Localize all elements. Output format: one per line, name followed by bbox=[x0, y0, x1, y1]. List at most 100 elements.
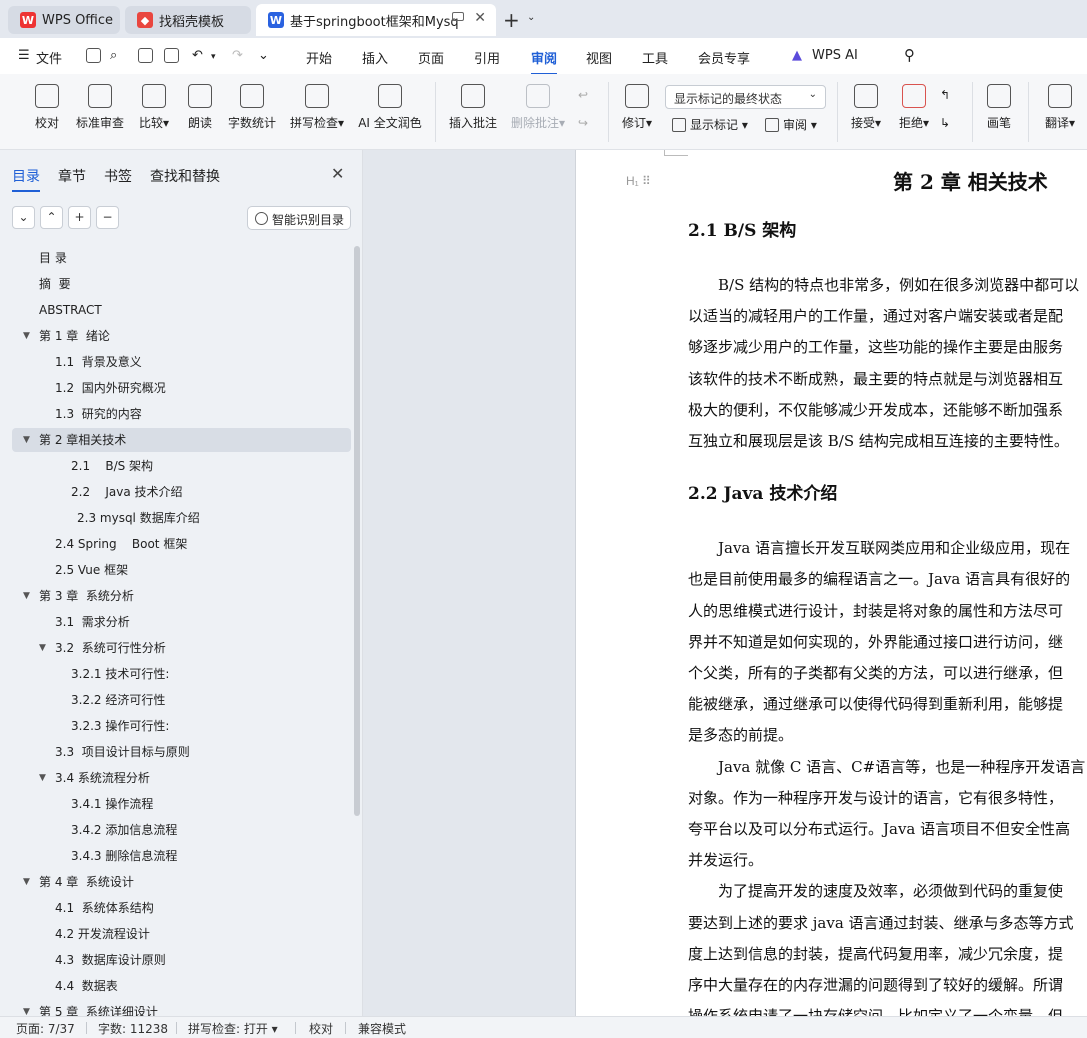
toc-item[interactable]: ▼ 第 1 章 绪论 bbox=[12, 324, 351, 348]
toc-item[interactable]: 3.2.1 技术可行性: bbox=[12, 662, 351, 686]
delete-comment-button[interactable]: 删除批注▾ bbox=[508, 80, 568, 131]
ai-polish-button[interactable]: AI 全文润色 bbox=[356, 80, 424, 131]
toc-item[interactable]: ▼ 第 3 章 系统分析 bbox=[12, 584, 351, 608]
expand-down-button[interactable]: ⌄ bbox=[12, 206, 35, 229]
toc-item[interactable]: 4.2 开发流程设计 bbox=[12, 922, 351, 946]
tab-wps-office[interactable]: W WPS Office bbox=[8, 6, 120, 34]
expand-triangle-icon[interactable]: ▼ bbox=[23, 584, 30, 608]
undo-icon[interactable]: ↶ bbox=[192, 48, 203, 63]
toc-item[interactable]: 2.2 Java 技术介绍 bbox=[12, 480, 351, 504]
toc-item[interactable]: 4.3 数据库设计原则 bbox=[12, 948, 351, 972]
toc-item[interactable]: ▼ 3.2 系统可行性分析 bbox=[12, 636, 351, 660]
toc-item[interactable]: 3.4.2 添加信息流程 bbox=[12, 818, 351, 842]
close-tab-icon[interactable]: ✕ bbox=[474, 10, 486, 26]
read-aloud-button[interactable]: 朗读 bbox=[183, 80, 217, 131]
toc-item[interactable]: 3.3 项目设计目标与原则 bbox=[12, 740, 351, 764]
toc-item[interactable]: ▼ 第 2 章相关技术 bbox=[12, 428, 351, 452]
track-changes-button[interactable]: 修订▾ bbox=[618, 80, 656, 131]
collapse-up-button[interactable]: ⌃ bbox=[40, 206, 63, 229]
search-icon[interactable]: ⚲ bbox=[904, 46, 915, 64]
nav-tab-toc[interactable]: 目录 bbox=[12, 166, 40, 192]
toc-item[interactable]: 3.2.2 经济可行性 bbox=[12, 688, 351, 712]
heading-handle-icon[interactable]: H₁ ⠿ bbox=[626, 174, 651, 188]
insert-comment-button[interactable]: 插入批注 bbox=[446, 80, 500, 131]
toc-item[interactable]: 4.1 系统体系结构 bbox=[12, 896, 351, 920]
expand-triangle-icon[interactable]: ▼ bbox=[23, 1000, 30, 1016]
toc-item[interactable]: 2.5 Vue 框架 bbox=[12, 558, 351, 582]
menu-member[interactable]: 会员专享 bbox=[698, 48, 750, 67]
spell-check-status[interactable]: 拼写检查: 打开 ▾ bbox=[188, 1020, 278, 1037]
toc-scrollbar[interactable] bbox=[354, 246, 360, 816]
spell-check-button[interactable]: 拼写检查▾ bbox=[286, 80, 348, 131]
expand-triangle-icon[interactable]: ▼ bbox=[39, 766, 46, 790]
expand-triangle-icon[interactable]: ▼ bbox=[23, 324, 30, 348]
proofread-status[interactable]: 校对 bbox=[309, 1020, 333, 1037]
toc-item[interactable]: 1.1 背景及意义 bbox=[12, 350, 351, 374]
toc-item[interactable]: 3.2.3 操作可行性: bbox=[12, 714, 351, 738]
prev-change-icon[interactable]: ↰ bbox=[940, 88, 950, 102]
more-chevron-icon[interactable]: ⌄ bbox=[258, 48, 269, 63]
print-icon[interactable] bbox=[138, 48, 153, 63]
chevron-down-icon[interactable]: ⌄ bbox=[527, 12, 535, 23]
expand-triangle-icon[interactable]: ▼ bbox=[23, 870, 30, 894]
toc-item[interactable]: 2.1 B/S 架构 bbox=[12, 454, 351, 478]
remove-heading-button[interactable]: − bbox=[96, 206, 119, 229]
toc-item[interactable]: ▼ 第 4 章 系统设计 bbox=[12, 870, 351, 894]
new-tab-icon[interactable]: + bbox=[503, 8, 520, 32]
format-painter-icon[interactable]: ⌕ bbox=[110, 48, 117, 63]
menu-home[interactable]: 开始 bbox=[306, 48, 332, 67]
toc-item[interactable]: 摘 要 bbox=[12, 272, 351, 296]
toc-item[interactable]: 4.4 数据表 bbox=[12, 974, 351, 998]
nav-tab-sections[interactable]: 章节 bbox=[58, 166, 86, 186]
toc-item[interactable]: 2.3 mysql 数据库介绍 bbox=[12, 506, 351, 530]
expand-triangle-icon[interactable]: ▼ bbox=[39, 636, 46, 660]
add-heading-button[interactable]: + bbox=[68, 206, 91, 229]
pen-button[interactable]: 画笔 bbox=[982, 80, 1016, 131]
menu-tools[interactable]: 工具 bbox=[642, 48, 668, 67]
toc-item[interactable]: 1.2 国内外研究概况 bbox=[12, 376, 351, 400]
markup-display-select[interactable]: 显示标记的最终状态 ⌄ bbox=[665, 85, 826, 109]
toc-item[interactable]: 3.4.1 操作流程 bbox=[12, 792, 351, 816]
page-indicator[interactable]: 页面: 7/37 bbox=[16, 1020, 75, 1037]
document-page[interactable]: H₁ ⠿ 第 2 章 相关技术 2.1 B/S 架构 B/S 结构的特点也非常多… bbox=[575, 150, 1087, 1016]
redo-icon[interactable]: ↷ bbox=[232, 48, 243, 63]
tab-template[interactable]: ◆ 找稻壳模板 bbox=[125, 6, 251, 34]
smart-toc-button[interactable]: 智能识别目录 bbox=[247, 206, 351, 230]
review-pane-button[interactable]: 审阅 ▾ bbox=[765, 116, 817, 133]
next-change-icon[interactable]: ↳ bbox=[940, 116, 950, 130]
menu-page[interactable]: 页面 bbox=[418, 48, 444, 67]
compare-button[interactable]: 比较▾ bbox=[134, 80, 174, 131]
menu-insert[interactable]: 插入 bbox=[362, 48, 388, 67]
tab-document[interactable]: W 基于springboot框架和Mysq ✕ bbox=[256, 4, 496, 36]
toc-item[interactable]: ▼ 第 5 章 系统详细设计 bbox=[12, 1000, 351, 1016]
toc-item[interactable]: 目 录 bbox=[12, 246, 351, 270]
prev-comment-icon[interactable]: ↩ bbox=[578, 88, 588, 102]
menu-review[interactable]: 审阅 bbox=[531, 48, 558, 75]
hamburger-icon[interactable]: ☰ bbox=[18, 48, 30, 63]
word-count-indicator[interactable]: 字数: 11238 bbox=[98, 1020, 168, 1037]
print-preview-icon[interactable] bbox=[164, 48, 179, 63]
menu-file[interactable]: 文件 bbox=[36, 48, 62, 67]
monitor-icon[interactable] bbox=[452, 12, 464, 21]
toc-item[interactable]: 3.1 需求分析 bbox=[12, 610, 351, 634]
close-pane-icon[interactable]: ✕ bbox=[331, 164, 344, 183]
nav-tab-find-replace[interactable]: 查找和替换 bbox=[150, 166, 220, 186]
expand-triangle-icon[interactable]: ▼ bbox=[23, 428, 30, 452]
menu-wps-ai[interactable]: WPS AI bbox=[812, 48, 858, 63]
translate-button[interactable]: 翻译▾ bbox=[1038, 80, 1082, 131]
standard-review-button[interactable]: 标准审查 bbox=[74, 80, 126, 131]
toc-item[interactable]: ▼ 3.4 系统流程分析 bbox=[12, 766, 351, 790]
menu-view[interactable]: 视图 bbox=[586, 48, 612, 67]
show-markup-button[interactable]: 显示标记 ▾ bbox=[672, 116, 748, 133]
toc-item[interactable]: 3.4.3 删除信息流程 bbox=[12, 844, 351, 868]
toc-item[interactable]: 1.3 研究的内容 bbox=[12, 402, 351, 426]
toc-item[interactable]: 2.4 Spring Boot 框架 bbox=[12, 532, 351, 556]
undo-dropdown-icon[interactable]: ▾ bbox=[211, 52, 216, 62]
menu-references[interactable]: 引用 bbox=[474, 48, 500, 67]
accept-button[interactable]: 接受▾ bbox=[846, 80, 886, 131]
next-comment-icon[interactable]: ↪ bbox=[578, 116, 588, 130]
save-icon[interactable] bbox=[86, 48, 101, 63]
word-count-button[interactable]: 字数统计 bbox=[226, 80, 278, 131]
toc-item[interactable]: ABSTRACT bbox=[12, 298, 351, 322]
proofread-button[interactable]: 校对 bbox=[28, 80, 66, 131]
